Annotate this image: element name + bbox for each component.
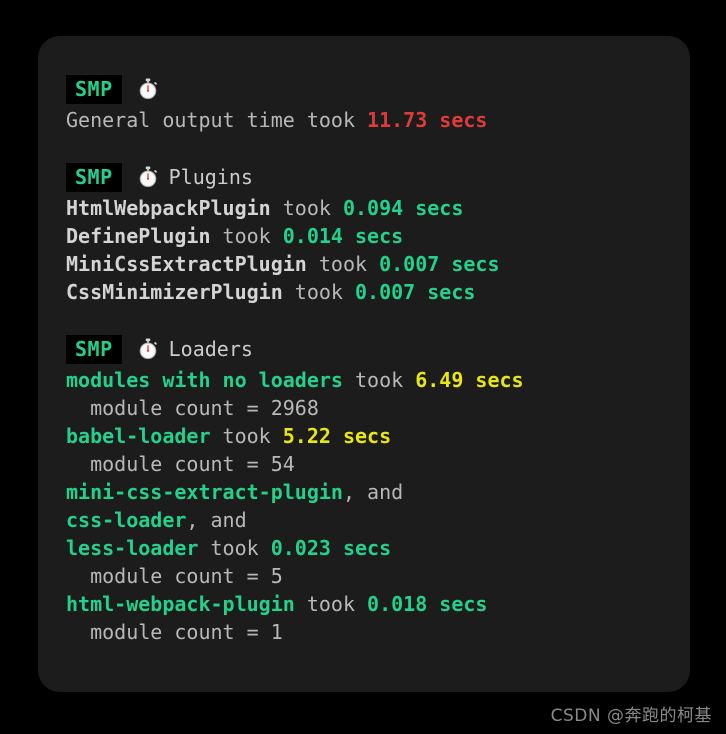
token: DefinePlugin	[66, 224, 211, 248]
token: 5.22 secs	[282, 424, 392, 448]
console-line-less-loader-time: less-loader took 0.023 secs	[66, 534, 662, 562]
console-line-no-loaders-module-count: module count = 2968	[66, 394, 662, 422]
smp-badge: SMP	[66, 74, 122, 104]
token: module count = 5	[66, 564, 283, 588]
token: 0.018 secs	[367, 592, 488, 616]
stopwatch-icon	[137, 338, 159, 360]
stopwatch-icon	[137, 78, 159, 100]
token: took	[198, 536, 271, 560]
token: module count = 2968	[66, 396, 319, 420]
console-line-less-loader-module-count: module count = 5	[66, 562, 662, 590]
token: took	[342, 368, 416, 392]
token: took	[210, 224, 283, 248]
token: took	[270, 196, 343, 220]
section-header-plugins: SMP Plugins	[66, 162, 662, 192]
token: HtmlWebpackPlugin	[66, 196, 271, 220]
token: 0.007 secs	[379, 252, 500, 276]
token: 11.73 secs	[367, 108, 488, 132]
token: , and	[342, 480, 404, 504]
console-line-define-plugin-time: DefinePlugin took 0.014 secs	[66, 222, 662, 250]
token: , and	[186, 508, 247, 532]
console-line-babel-loader-module-count: module count = 54	[66, 450, 662, 478]
token: CssMinimizerPlugin	[66, 280, 283, 304]
console-block-loaders: SMP Loaders modules with no loaders took 6…	[66, 334, 662, 646]
smp-badge: SMP	[66, 334, 122, 364]
section-header-general: SMP	[66, 74, 662, 104]
token: less-loader	[66, 536, 199, 560]
token: 0.094 secs	[342, 196, 464, 220]
section-header-loaders: SMP Loaders	[66, 334, 662, 364]
console-block-general: SMP General output time took 11.73 secs	[66, 74, 662, 134]
section-title-plugins: Plugins	[168, 165, 253, 189]
console-line-no-loaders-time: modules with no loaders took 6.49 secs	[66, 366, 662, 394]
token: 6.49 secs	[415, 368, 524, 392]
console-line-css-loader-loader: css-loader, and	[66, 506, 662, 534]
console-line-css-minimizer-plugin-time: CssMinimizerPlugin took 0.007 secs	[66, 278, 662, 306]
token: General output time took	[66, 108, 368, 132]
token: took	[306, 252, 380, 276]
token: MiniCssExtractPlugin	[66, 252, 307, 276]
token: 0.007 secs	[355, 280, 476, 304]
watermark: CSDN @奔跑的柯基	[550, 706, 712, 726]
token: took	[282, 280, 355, 304]
console-block-plugins: SMP Plugins HtmlWebpackPlugin took 0.094 s…	[66, 162, 662, 306]
console-line-html-webpack-plugin-module-count: module count = 1	[66, 618, 662, 646]
token: 0.014 secs	[282, 224, 404, 248]
console-line-mini-css-extract-plugin-time: MiniCssExtractPlugin took 0.007 secs	[66, 250, 662, 278]
section-title-loaders: Loaders	[168, 337, 253, 361]
console-line-babel-loader-time: babel-loader took 5.22 secs	[66, 422, 662, 450]
token: took	[210, 424, 283, 448]
token: module count = 1	[66, 620, 283, 644]
smp-badge: SMP	[66, 162, 122, 192]
token: modules with no loaders	[66, 368, 343, 392]
console-line-general-output-time: General output time took 11.73 secs	[66, 106, 662, 134]
token: module count = 54	[66, 452, 295, 476]
token: html-webpack-plugin	[66, 592, 295, 616]
token: mini-css-extract-plugin	[66, 480, 343, 504]
token: babel-loader	[66, 424, 211, 448]
console-line-html-webpack-plugin-time: HtmlWebpackPlugin took 0.094 secs	[66, 194, 662, 222]
terminal-card: SMP General output time took 11.73 secs SM…	[38, 36, 690, 692]
console-line-mini-css-extract-plugin-loader: mini-css-extract-plugin, and	[66, 478, 662, 506]
token: 0.023 secs	[270, 536, 392, 560]
console-line-html-webpack-plugin-loader-time: html-webpack-plugin took 0.018 secs	[66, 590, 662, 618]
token: took	[294, 592, 368, 616]
stopwatch-icon	[137, 166, 159, 188]
console-output: SMP General output time took 11.73 secs SM…	[66, 74, 662, 646]
token: css-loader	[66, 508, 187, 532]
